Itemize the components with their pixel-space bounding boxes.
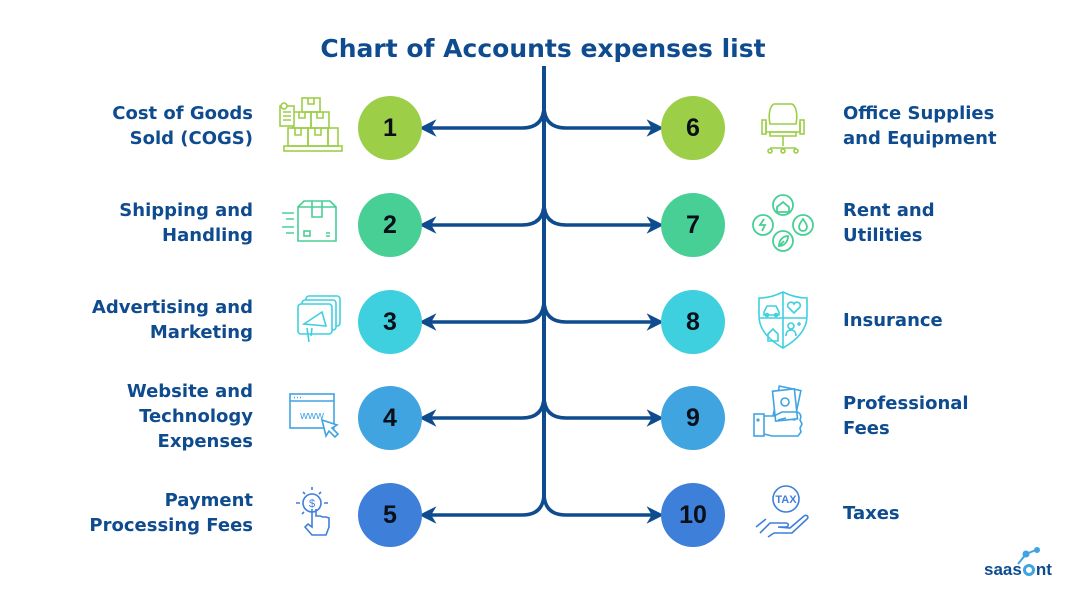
number-circle-5: 5 [358, 483, 422, 547]
label-line: and Equipment [843, 128, 997, 149]
branch-arrow-5 [419, 492, 546, 524]
expense-label-6: Office Supplies and Equipment [843, 101, 997, 151]
number-circle-8: 8 [661, 290, 725, 354]
branch-arrow-10 [542, 492, 664, 524]
expense-label-2: Shipping and Handling [119, 198, 253, 248]
logo-nodes-icon [1017, 547, 1040, 565]
svg-text:www: www [299, 410, 324, 422]
label-line: Professional [843, 393, 969, 414]
branch-arrow-4 [419, 395, 546, 427]
office-chair-icon [748, 94, 818, 158]
label-line: Sold (COGS) [129, 128, 253, 149]
branch-arrow-8 [542, 299, 664, 331]
expense-label-4: Website and Technology Expenses [127, 379, 253, 454]
number-circle-6: 6 [661, 96, 725, 160]
label-line: Processing Fees [89, 515, 253, 536]
svg-text:$: $ [309, 498, 315, 510]
label-line: Insurance [843, 309, 943, 331]
expense-label-1: Cost of Goods Sold (COGS) [112, 101, 253, 151]
number-circle-2: 2 [358, 193, 422, 257]
number-circle-9: 9 [661, 386, 725, 450]
label-line: Expenses [157, 430, 253, 452]
utilities-icon [748, 191, 818, 255]
label-line: Marketing [149, 322, 253, 343]
saasant-logo: saas nt [984, 547, 1052, 580]
label-line: Shipping and [119, 200, 253, 221]
expense-label-8: Insurance [843, 308, 943, 333]
label-line: Rent and [843, 200, 935, 221]
branch-arrow-1 [419, 105, 546, 137]
website-icon: www [276, 384, 346, 448]
expense-label-9: Professional Fees [843, 391, 969, 441]
payment-tap-icon: $ [276, 481, 346, 545]
branch-arrow-2 [419, 202, 546, 234]
megaphone-icon [276, 288, 346, 352]
tax-hand-icon: TAX [748, 481, 818, 545]
label-line: Handling [162, 225, 253, 246]
label-line: Office Supplies [843, 103, 995, 124]
number-circle-4: 4 [358, 386, 422, 450]
number-circle-7: 7 [661, 193, 725, 257]
label-line: Website and [126, 380, 253, 402]
expense-label-3: Advertising and Marketing [92, 295, 253, 345]
label-line: Cost of Goods [112, 103, 253, 124]
number-circle-1: 1 [358, 96, 422, 160]
number-circle-3: 3 [358, 290, 422, 354]
expense-label-10: Taxes [843, 501, 900, 526]
label-line: Taxes [843, 502, 900, 524]
insurance-shield-icon [748, 288, 818, 352]
boxes-icon [276, 94, 346, 158]
branch-arrow-3 [419, 299, 546, 331]
label-line: Payment [164, 490, 253, 511]
branch-arrow-7 [542, 202, 664, 234]
number-circle-10: 10 [661, 483, 725, 547]
expense-label-7: Rent and Utilities [843, 198, 935, 248]
shipping-box-icon [276, 191, 346, 255]
money-hand-icon [748, 384, 818, 448]
label-line: Fees [843, 418, 890, 439]
branch-arrow-9 [542, 395, 664, 427]
branch-arrow-6 [542, 105, 664, 137]
label-line: Advertising and [91, 297, 253, 318]
svg-text:TAX: TAX [775, 494, 797, 506]
label-line: Utilities [843, 225, 923, 246]
expense-label-5: Payment Processing Fees [89, 488, 253, 538]
label-line: Technology [139, 405, 253, 427]
